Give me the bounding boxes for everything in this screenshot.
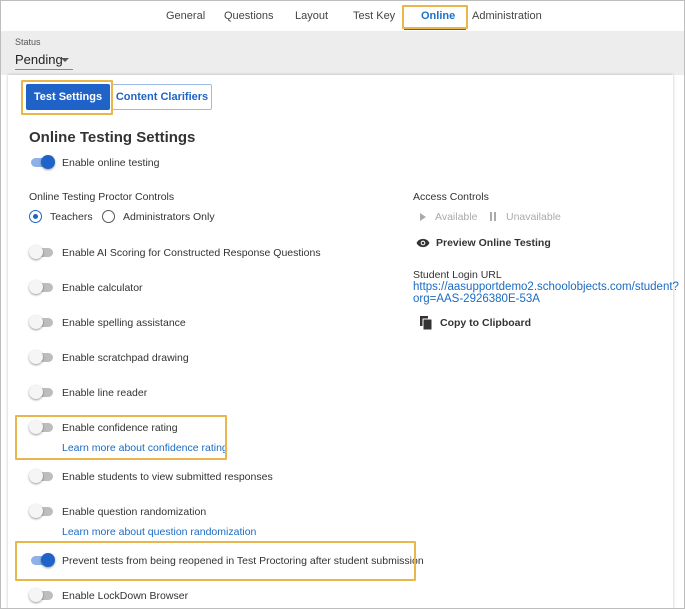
randomization-label: Enable question randomization [62, 506, 207, 518]
scratchpad-toggle[interactable] [29, 350, 55, 364]
toggle-knob [29, 280, 43, 294]
tab-layout[interactable]: Layout [295, 1, 328, 31]
lockdown-browser-label: Enable LockDown Browser [62, 590, 189, 602]
confidence-rating-toggle[interactable] [29, 420, 55, 434]
play-icon [420, 213, 426, 221]
unavailable-button[interactable]: Unavailable [506, 211, 561, 223]
student-login-url-line2[interactable]: org=AAS-2926380E-53A [413, 293, 540, 305]
test-settings-button[interactable]: Test Settings [26, 84, 110, 110]
top-tab-bar: General Questions Layout Test Key Online… [1, 1, 684, 31]
view-submitted-label: Enable students to view submitted respon… [62, 471, 273, 483]
chevron-down-icon [61, 58, 69, 62]
student-login-url-label: Student Login URL [413, 269, 502, 281]
content-clarifiers-button[interactable]: Content Clarifiers [112, 84, 212, 110]
radio-administrators-label: Administrators Only [123, 211, 215, 223]
randomization-learn-more-link[interactable]: Learn more about question randomization [62, 526, 256, 538]
ai-scoring-toggle[interactable] [29, 245, 55, 259]
toggle-knob [29, 350, 43, 364]
radio-teachers[interactable] [29, 210, 42, 223]
view-submitted-toggle[interactable] [29, 469, 55, 483]
enable-online-testing-toggle[interactable] [29, 155, 55, 169]
radio-teachers-label: Teachers [50, 211, 93, 223]
toggle-knob [29, 420, 43, 434]
status-band: Status Pending [1, 31, 684, 75]
preview-online-testing-button[interactable]: Preview Online Testing [436, 237, 551, 249]
prevent-reopen-label: Prevent tests from being reopened in Tes… [62, 555, 424, 567]
available-button[interactable]: Available [435, 211, 477, 223]
confidence-rating-label: Enable confidence rating [62, 422, 178, 434]
scratchpad-label: Enable scratchpad drawing [62, 352, 189, 364]
toggle-knob [29, 588, 43, 602]
tab-general[interactable]: General [166, 1, 205, 31]
toggle-knob [29, 245, 43, 259]
section-title: Online Testing Settings [29, 129, 196, 146]
tab-online[interactable]: Online [421, 1, 455, 31]
tab-questions[interactable]: Questions [224, 1, 274, 31]
pause-icon [490, 212, 497, 221]
toggle-knob [29, 504, 43, 518]
online-settings-window: General Questions Layout Test Key Online… [0, 0, 685, 609]
access-controls-label: Access Controls [413, 191, 489, 203]
spelling-toggle[interactable] [29, 315, 55, 329]
copy-icon [420, 316, 432, 330]
prevent-reopen-toggle[interactable] [29, 553, 55, 567]
status-label: Status [15, 37, 41, 47]
spelling-label: Enable spelling assistance [62, 317, 186, 329]
randomization-toggle[interactable] [29, 504, 55, 518]
radio-administrators-only[interactable] [102, 210, 115, 223]
line-reader-label: Enable line reader [62, 387, 148, 399]
line-reader-toggle[interactable] [29, 385, 55, 399]
eye-icon [416, 238, 430, 248]
student-login-url-line1[interactable]: https://aasupportdemo2.schoolobjects.com… [413, 281, 679, 293]
lockdown-browser-toggle[interactable] [29, 588, 55, 602]
calculator-label: Enable calculator [62, 282, 143, 294]
enable-online-testing-label: Enable online testing [62, 157, 160, 169]
toggle-knob [41, 155, 55, 169]
tab-test-key[interactable]: Test Key [353, 1, 395, 31]
status-value: Pending [15, 52, 63, 67]
status-select[interactable]: Pending [15, 50, 73, 70]
calculator-toggle[interactable] [29, 280, 55, 294]
proctor-controls-label: Online Testing Proctor Controls [29, 191, 175, 203]
ai-scoring-label: Enable AI Scoring for Constructed Respon… [62, 247, 321, 259]
copy-to-clipboard-button[interactable]: Copy to Clipboard [440, 317, 531, 329]
toggle-knob [41, 553, 55, 567]
confidence-rating-learn-more-link[interactable]: Learn more about confidence rating [62, 442, 228, 454]
toggle-knob [29, 315, 43, 329]
active-tab-indicator [404, 28, 466, 30]
toggle-knob [29, 469, 43, 483]
tab-administration[interactable]: Administration [472, 1, 542, 31]
toggle-knob [29, 385, 43, 399]
